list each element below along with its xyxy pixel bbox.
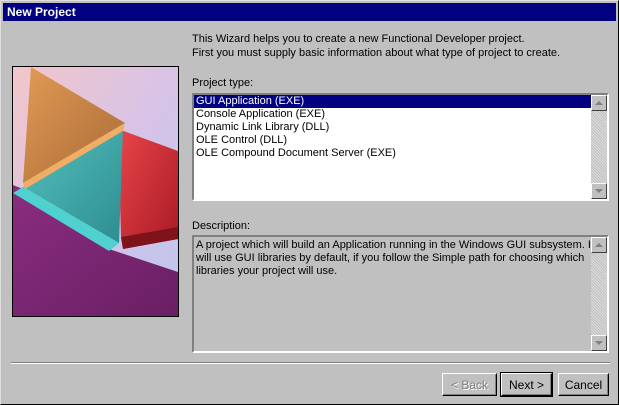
scroll-down-arrow-icon [595, 189, 603, 193]
project-type-item-ole-control[interactable]: OLE Control (DLL) [194, 134, 591, 147]
description-box: A project which will build an Applicatio… [192, 235, 609, 353]
description-scroll-down-button[interactable] [591, 335, 607, 351]
scroll-up-arrow-icon [595, 243, 603, 247]
cancel-button[interactable]: Cancel [558, 373, 609, 396]
project-type-listbox[interactable]: GUI Application (EXE) Console Applicatio… [192, 93, 609, 201]
intro-text: This Wizard helps you to create a new Fu… [192, 32, 612, 60]
window-title: New Project [3, 3, 616, 21]
wizard-artwork [12, 66, 179, 317]
description-line-3: libraries your project will use. [196, 265, 338, 277]
new-project-dialog: New Project This Wizard helps you to cre… [0, 0, 619, 405]
next-button[interactable]: Next > [500, 372, 553, 397]
scroll-down-arrow-icon [595, 341, 603, 345]
scroll-up-arrow-icon [595, 101, 603, 105]
back-button[interactable]: < Back [442, 373, 497, 396]
intro-line-2: First you must supply basic information … [192, 47, 561, 59]
button-separator [11, 362, 610, 364]
project-type-scrollbar[interactable] [591, 95, 607, 199]
description-text: A project which will build an Applicatio… [196, 239, 595, 278]
project-type-label: Project type: [192, 77, 254, 89]
project-type-items: GUI Application (EXE) Console Applicatio… [194, 95, 591, 199]
project-type-item-ole-compound-document-server[interactable]: OLE Compound Document Server (EXE) [194, 147, 591, 160]
project-type-item-console-application[interactable]: Console Application (EXE) [194, 108, 591, 121]
description-label: Description: [192, 220, 251, 232]
project-type-item-dynamic-link-library[interactable]: Dynamic Link Library (DLL) [194, 121, 591, 134]
description-line-2: will use GUI libraries by default, if yo… [196, 252, 585, 264]
project-type-scroll-down-button[interactable] [591, 183, 607, 199]
intro-line-1: This Wizard helps you to create a new Fu… [192, 33, 525, 45]
description-line-1: A project which will build an Applicatio… [196, 239, 595, 251]
project-type-scroll-up-button[interactable] [591, 95, 607, 111]
project-type-item-gui-application[interactable]: GUI Application (EXE) [194, 95, 591, 108]
wizard-artwork-image [13, 67, 178, 316]
description-scrollbar[interactable] [591, 237, 607, 351]
description-scroll-up-button[interactable] [591, 237, 607, 253]
